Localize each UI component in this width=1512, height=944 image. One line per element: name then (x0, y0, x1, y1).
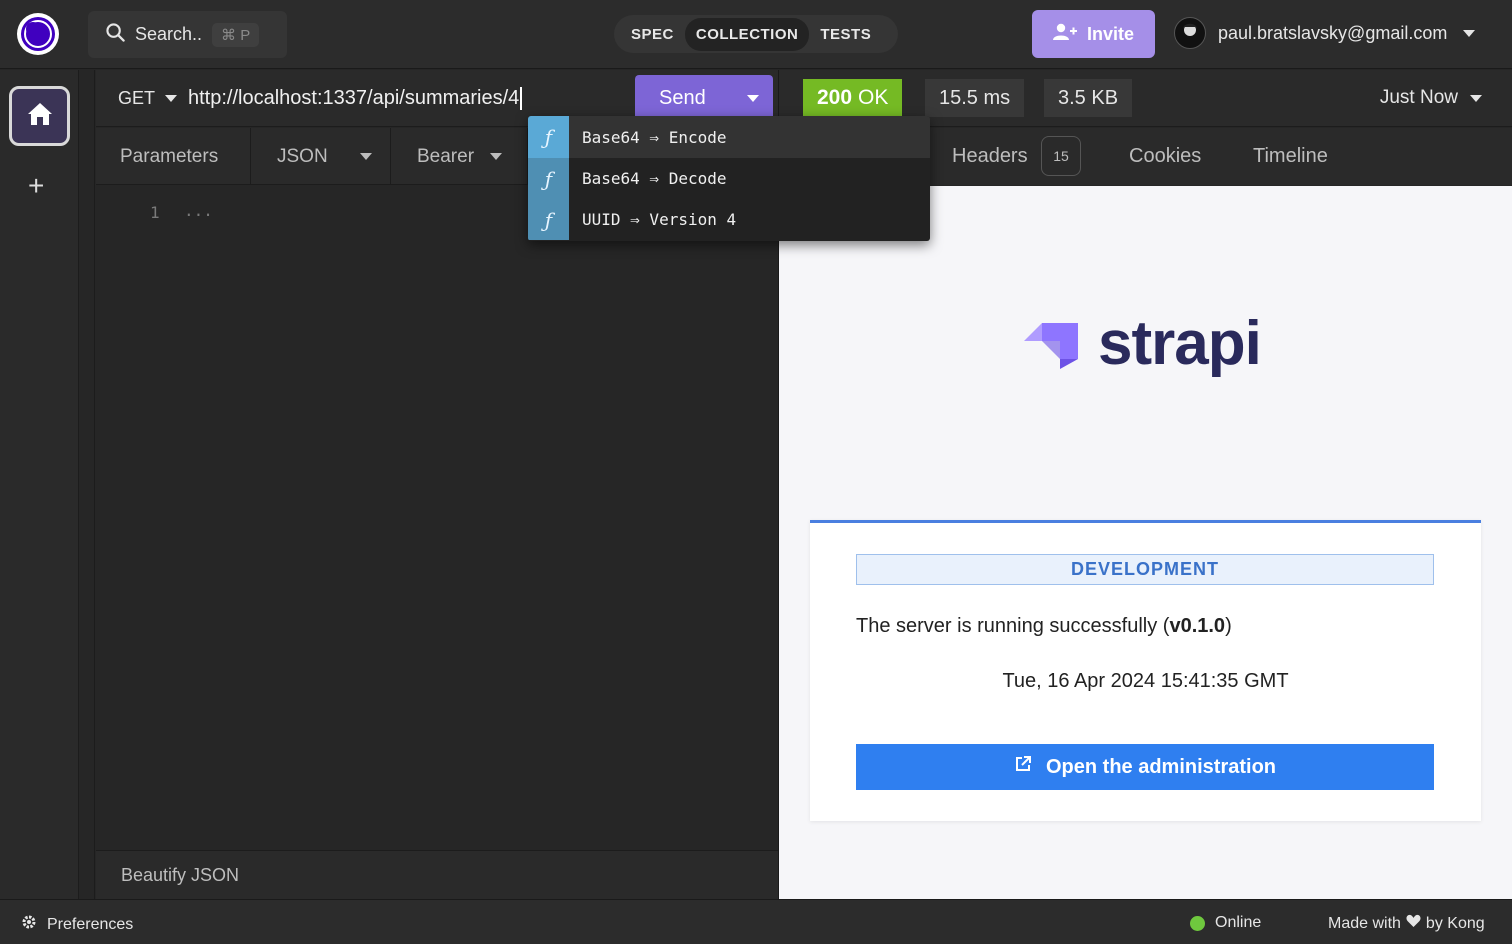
response-preview: strapi DEVELOPMENT The server is running… (779, 186, 1512, 899)
strapi-logo-icon (1024, 313, 1080, 374)
status-text: OK (858, 86, 889, 109)
tab-spec[interactable]: SPEC (620, 18, 685, 51)
history-dropdown[interactable]: Just Now (1380, 87, 1482, 109)
url-input[interactable]: http://localhost:1337/api/summaries/4 (188, 87, 523, 110)
method-select[interactable]: GET (118, 88, 178, 109)
function-icon: ƒ (528, 199, 569, 240)
tab-collection[interactable]: COLLECTION (684, 17, 810, 51)
headers-count-badge: 15 (1041, 136, 1081, 176)
by-kong-label: by Kong (1425, 914, 1485, 932)
view-tabs: SPEC COLLECTION TESTS (614, 15, 898, 53)
send-options-chevron-icon[interactable] (747, 95, 759, 102)
chevron-down-icon (165, 95, 178, 102)
sidebar: + (0, 70, 79, 899)
tab-headers[interactable]: Headers (952, 145, 1028, 168)
home-icon (27, 102, 53, 131)
status-code: 200 (817, 86, 853, 109)
sidebar-divider (79, 70, 95, 899)
tab-parameters[interactable]: Parameters (96, 128, 251, 185)
user-email: paul.bratslavsky@gmail.com (1218, 22, 1448, 43)
tab-body-json[interactable]: JSON (251, 128, 391, 185)
online-label: Online (1215, 914, 1262, 931)
preferences-button[interactable]: Preferences (21, 914, 133, 935)
line-number: 1 (150, 203, 160, 222)
chevron-down-icon (1463, 29, 1476, 37)
tab-tests[interactable]: TESTS (809, 18, 882, 51)
strapi-brand-text: strapi (1098, 309, 1262, 378)
invite-button[interactable]: Invite (1032, 10, 1155, 58)
search-button[interactable]: Search.. ⌘ P (88, 11, 287, 58)
online-dot-icon (1190, 915, 1205, 931)
autocomplete-item[interactable]: ƒ UUID ⇒ Version 4 (528, 199, 930, 240)
editor-footer: Beautify JSON (96, 850, 778, 899)
function-icon: ƒ (528, 116, 569, 158)
made-with-label: Made with (1328, 914, 1401, 932)
server-date: Tue, 16 Apr 2024 15:41:35 GMT (1002, 670, 1289, 692)
avatar (1174, 17, 1206, 49)
add-user-icon (1052, 23, 1077, 46)
version-label: v0.1.0 (1169, 615, 1226, 637)
chevron-down-icon (490, 153, 503, 160)
server-status-card: DEVELOPMENT The server is running succes… (810, 520, 1481, 821)
environment-badge: DEVELOPMENT (856, 554, 1434, 585)
search-shortcut: ⌘ P (212, 22, 260, 47)
history-label: Just Now (1379, 87, 1458, 108)
send-button[interactable]: Send (635, 75, 773, 121)
body-editor[interactable]: 1 ... (96, 186, 778, 850)
autocomplete-label: Base64 ⇒ Encode (582, 127, 727, 147)
chevron-down-icon (1470, 94, 1482, 102)
strapi-logo: strapi (1024, 308, 1262, 379)
gear-icon (21, 914, 37, 935)
open-admin-button[interactable]: Open the administration (856, 744, 1434, 790)
add-icon[interactable]: + (28, 170, 44, 202)
tab-label: Parameters (120, 145, 219, 167)
user-menu[interactable]: paul.bratslavsky@gmail.com (1174, 17, 1476, 49)
function-icon: ƒ (528, 158, 569, 199)
home-button[interactable] (9, 86, 70, 146)
autocomplete-label: Base64 ⇒ Decode (582, 169, 727, 188)
response-time: 15.5 ms (925, 79, 1025, 117)
insomnia-logo-icon[interactable] (16, 12, 60, 56)
top-bar: Search.. ⌘ P SPEC COLLECTION TESTS Invit… (0, 0, 1512, 69)
send-label: Send (659, 86, 706, 109)
invite-label: Invite (1086, 23, 1134, 44)
status-badge: 200 OK (803, 79, 903, 117)
autocomplete-label: UUID ⇒ Version 4 (582, 210, 737, 229)
method-label: GET (118, 88, 156, 108)
preferences-label: Preferences (47, 915, 134, 933)
tab-timeline[interactable]: Timeline (1253, 145, 1328, 168)
chevron-down-icon (359, 153, 372, 160)
autocomplete-item[interactable]: ƒ Base64 ⇒ Decode (528, 158, 930, 199)
tab-label: JSON (277, 145, 328, 167)
server-status-text: The server is running successfully (v0.1… (856, 615, 1232, 637)
autocomplete-item[interactable]: ƒ Base64 ⇒ Encode (528, 116, 930, 158)
heart-icon (1406, 914, 1421, 933)
beautify-json-button[interactable]: Beautify JSON (121, 865, 239, 886)
tab-label: Bearer (417, 145, 475, 167)
search-label: Search.. (135, 24, 203, 44)
fold-marker[interactable]: ... (184, 201, 213, 220)
open-admin-label: Open the administration (1045, 755, 1277, 778)
online-indicator: Online (1190, 914, 1261, 932)
status-bar: Preferences Online Made with by Kong (0, 899, 1512, 944)
search-icon (106, 22, 125, 47)
external-link-icon (1014, 755, 1032, 779)
tab-cookies[interactable]: Cookies (1129, 145, 1201, 168)
made-with-kong[interactable]: Made with by Kong (1328, 914, 1485, 933)
response-size: 3.5 KB (1044, 79, 1133, 117)
template-tag-autocomplete: ƒ Base64 ⇒ Encode ƒ Base64 ⇒ Decode ƒ UU… (528, 116, 930, 241)
tab-auth-bearer[interactable]: Bearer (391, 128, 528, 185)
